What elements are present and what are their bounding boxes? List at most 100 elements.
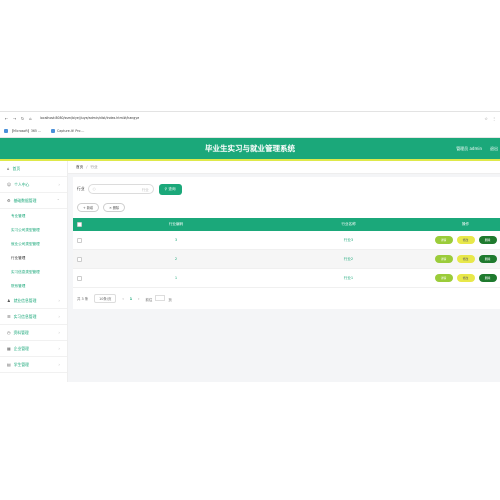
- star-icon[interactable]: ☆: [484, 116, 488, 121]
- row-checkbox[interactable]: [77, 275, 82, 281]
- delete-row-button[interactable]: 删除: [478, 236, 497, 244]
- goto-input[interactable]: [155, 295, 166, 301]
- view-button[interactable]: 详情: [434, 274, 453, 282]
- chevron-icon: ›: [58, 182, 60, 187]
- user-icon: ☺: [7, 182, 12, 187]
- prev-page-icon[interactable]: ‹: [122, 297, 123, 301]
- column-header-ops: 操作: [461, 222, 470, 226]
- breadcrumb-separator: /: [86, 165, 88, 169]
- search-row: 行业 ○ 行业 ⚲ 查询: [73, 177, 500, 195]
- chevron-icon: ›: [58, 362, 60, 367]
- data-table: 行业编码 行业名称 操作 3 行业3 详情 修改 删除 2 行业2 详情 修改 …: [73, 218, 500, 288]
- sidebar-sub-department[interactable]: 院系管理: [0, 279, 67, 293]
- app-title: 毕业生实习与就业管理系统: [205, 144, 295, 153]
- user-label: 管理员 admin: [456, 145, 482, 151]
- bookmark-icon: [4, 128, 8, 133]
- add-button[interactable]: + 新增: [77, 203, 100, 212]
- chevron-icon: ›: [58, 330, 60, 335]
- breadcrumb-current: 行业: [90, 164, 98, 169]
- search-input[interactable]: ○ 行业: [87, 184, 154, 194]
- select-all-checkbox[interactable]: [77, 222, 82, 227]
- building-icon: ▦: [7, 346, 11, 351]
- sidebar-item-internship[interactable]: ☰ 实习信息管理 ›: [0, 309, 67, 325]
- url-bar[interactable]: localhost:8080/ssm/biye/jiuye/admin/dist…: [40, 116, 210, 120]
- sidebar-item-company[interactable]: ▦ 企业管理 ›: [0, 341, 67, 357]
- row-checkbox[interactable]: [77, 256, 82, 262]
- bookmark-2[interactable]: Capture-It! Pro ...: [51, 128, 84, 133]
- next-page-icon[interactable]: ›: [138, 297, 139, 301]
- browser-chrome: ← → ↻ ⌂ localhost:8080/ssm/biye/jiuye/ad…: [0, 111, 500, 138]
- gear-icon: ⚙: [7, 198, 11, 203]
- cell-code: 1: [174, 276, 178, 280]
- view-button[interactable]: 详情: [434, 236, 453, 244]
- app-header: 毕业生实习与就业管理系统 管理员 admin 退出: [0, 138, 500, 159]
- search-icon: ○: [92, 187, 96, 191]
- chevron-icon: ›: [58, 346, 60, 351]
- logout-link[interactable]: 退出: [490, 146, 498, 152]
- cell-code: 2: [174, 257, 178, 261]
- content-panel: 行业 ○ 行业 ⚲ 查询 + 新增 ✕ 删除 行业编码 行业名称 操作 3 行业…: [73, 177, 500, 309]
- list-icon: ▤: [7, 362, 11, 367]
- chevron-icon: ›: [58, 298, 60, 303]
- cell-name: 行业3: [343, 237, 354, 242]
- delete-row-button[interactable]: 删除: [478, 255, 497, 263]
- home-icon[interactable]: ⌂: [28, 116, 33, 121]
- action-row: + 新增 ✕ 删除: [73, 195, 500, 212]
- top-blank: [0, 0, 500, 111]
- table-row: 1 行业1 详情 修改 删除: [73, 269, 500, 288]
- sidebar-sub-intern-info-type[interactable]: 实习信息类型管理: [0, 265, 67, 279]
- column-header-name[interactable]: 行业名称: [266, 222, 431, 227]
- sidebar-item-materials[interactable]: ◷ 资料管理 ›: [0, 325, 67, 341]
- search-placeholder: 行业: [141, 187, 149, 192]
- forward-icon[interactable]: →: [12, 116, 17, 121]
- pager-total: 共 3 条: [77, 297, 89, 301]
- breadcrumb-home[interactable]: 首页: [76, 165, 83, 170]
- address-row: ← → ↻ ⌂ localhost:8080/ssm/biye/jiuye/ad…: [0, 112, 500, 124]
- pagination: 共 3 条 10条/页 ‹ 1 › 前往 页: [73, 288, 500, 303]
- page-number[interactable]: 1: [130, 297, 132, 301]
- menu-icon[interactable]: ⋮: [492, 116, 496, 121]
- app: 毕业生实习与就业管理系统 管理员 admin 退出 ⌂ 首页 ☺ 个人中心 › ⚙ 基础…: [0, 138, 500, 382]
- clock-icon: ◷: [7, 330, 11, 335]
- sidebar-item-basic[interactable]: ⚙ 基础数据管理 ⌃: [0, 193, 67, 209]
- sidebar: ⌂ 首页 ☺ 个人中心 › ⚙ 基础数据管理 ⌃ 专业管理 实习公司类型管理 就业公司类型…: [0, 161, 68, 382]
- chevron-icon: ›: [58, 314, 60, 319]
- cell-code: 3: [174, 238, 178, 242]
- view-button[interactable]: 详情: [434, 255, 453, 263]
- breadcrumb: 首页 / 行业: [68, 161, 500, 174]
- sidebar-item-personal[interactable]: ☺ 个人中心 ›: [0, 177, 67, 193]
- reload-icon[interactable]: ↻: [20, 116, 25, 121]
- back-icon[interactable]: ←: [4, 116, 9, 121]
- bookmark-icon: [51, 128, 56, 133]
- edit-button[interactable]: 修改: [456, 255, 475, 263]
- sidebar-sub-industry[interactable]: 行业管理: [0, 251, 67, 265]
- sidebar-sub-intern-type[interactable]: 实习公司类型管理: [0, 223, 67, 237]
- search-label: 行业: [77, 186, 85, 191]
- goto-unit: 页: [168, 298, 172, 302]
- chevron-icon: ⌃: [56, 198, 60, 203]
- person-icon: ♟: [7, 298, 11, 303]
- edit-button[interactable]: 修改: [456, 236, 475, 244]
- table-row: 2 行业2 详情 修改 删除: [73, 250, 500, 269]
- sidebar-item-student[interactable]: ▤ 学生管理 ›: [0, 357, 67, 373]
- page-size-select[interactable]: 10条/页: [94, 294, 117, 303]
- delete-button[interactable]: ✕ 删除: [103, 203, 126, 212]
- home-icon: ⌂: [7, 166, 10, 171]
- cell-name: 行业1: [343, 275, 354, 280]
- table-row: 3 行业3 详情 修改 删除: [73, 231, 500, 250]
- row-checkbox[interactable]: [77, 237, 82, 243]
- sidebar-sub-major[interactable]: 专业管理: [0, 209, 67, 223]
- sidebar-sub-employ-type[interactable]: 就业公司类型管理: [0, 237, 67, 251]
- doc-icon: ☰: [7, 314, 11, 319]
- cell-name: 行业2: [343, 256, 354, 261]
- main-content: 首页 / 行业 行业 ○ 行业 ⚲ 查询 + 新增 ✕ 删除 行业编码 行业名称…: [68, 161, 500, 382]
- sidebar-item-home[interactable]: ⌂ 首页: [0, 161, 67, 177]
- bookmark-1[interactable]: 【Microsoft】365 ...: [4, 128, 41, 133]
- goto-label: 前往: [145, 298, 153, 302]
- column-header-code[interactable]: 行业编码: [86, 222, 266, 227]
- edit-button[interactable]: 修改: [456, 274, 475, 282]
- sidebar-item-employment[interactable]: ♟ 就业信息管理 ›: [0, 293, 67, 309]
- delete-row-button[interactable]: 删除: [478, 274, 497, 282]
- search-button[interactable]: ⚲ 查询: [158, 183, 182, 195]
- table-header: 行业编码 行业名称 操作: [73, 218, 500, 231]
